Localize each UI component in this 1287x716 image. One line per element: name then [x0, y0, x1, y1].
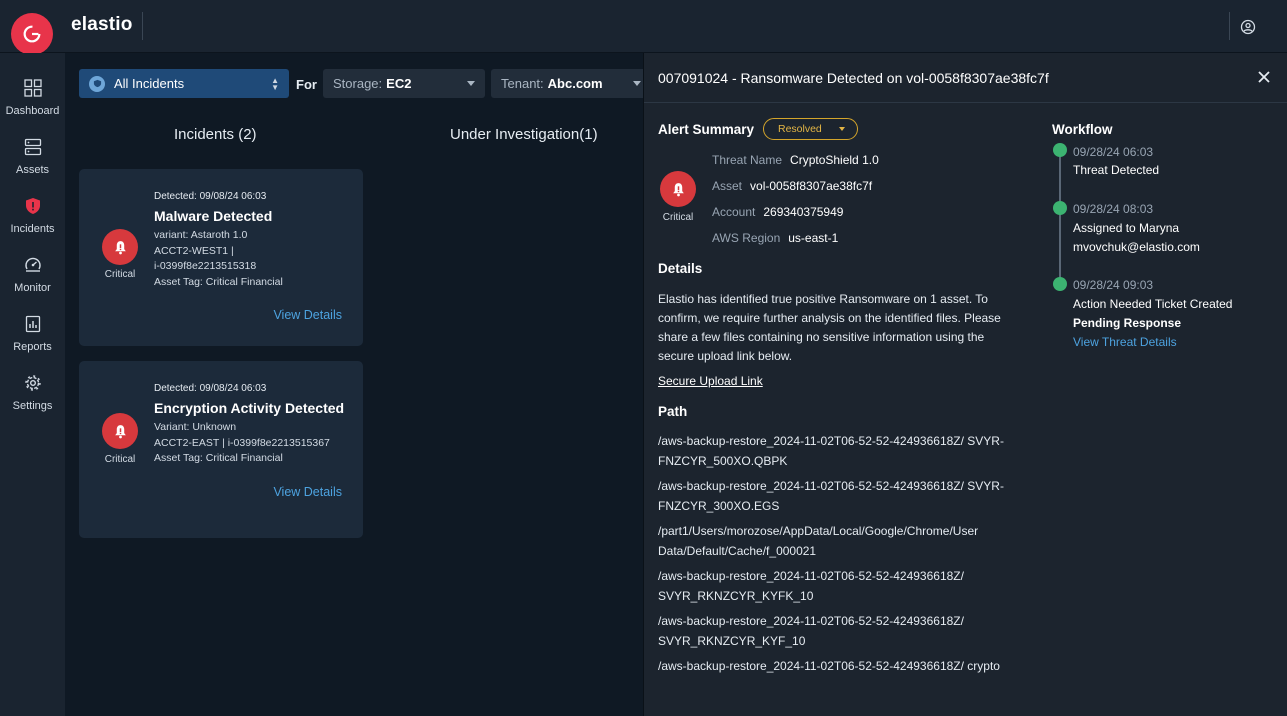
- server-icon: [24, 138, 41, 156]
- path-item: /aws-backup-restore_2024-11-02T06-52-52-…: [658, 569, 964, 603]
- storage-label: Storage:: [333, 76, 383, 91]
- field-aws-region: AWS Region us-east-1: [712, 231, 839, 245]
- alert-summary-heading: Alert Summary: [658, 122, 755, 137]
- incident-card[interactable]: Critical Detected: 09/08/24 06:03 Encryp…: [79, 361, 363, 538]
- incidents-column-title: Incidents (2): [174, 126, 257, 143]
- workflow-heading: Workflow: [1052, 122, 1113, 137]
- view-details-link[interactable]: View Details: [273, 485, 342, 499]
- workflow-line: [1059, 153, 1061, 285]
- path-item: /aws-backup-restore_2024-11-02T06-52-52-…: [658, 479, 1004, 513]
- incident-meta: variant: Astaroth 1.0 ACCT2-WEST1 | i-03…: [154, 229, 283, 288]
- detected-time: Detected: 09/08/24 06:03: [154, 191, 267, 202]
- path-item: /aws-backup-restore_2024-11-02T06-52-52-…: [658, 614, 964, 648]
- view-threat-details-link[interactable]: View Threat Details: [1073, 335, 1177, 349]
- path-item: /part1/Users/morozose/AppData/Local/Goog…: [658, 524, 979, 558]
- sidebar-item-monitor[interactable]: Monitor: [0, 252, 65, 308]
- gear-icon: [24, 375, 41, 391]
- divider: [142, 12, 143, 40]
- sidebar-item-label: Settings: [12, 400, 53, 412]
- workflow-status: Pending Response: [1073, 316, 1182, 330]
- incidents-board: All Incidents ▲ ▼ For Storage: EC2 Tenant…: [65, 53, 651, 716]
- incident-filter-select[interactable]: All Incidents ▲ ▼: [79, 69, 289, 98]
- incident-detail-panel: 007091024 - Ransomware Detected on vol-0…: [643, 53, 1287, 716]
- elastio-logo-icon[interactable]: [11, 13, 53, 55]
- field-threat-name: Threat Name CryptoShield 1.0: [712, 153, 879, 167]
- field-account: Account 269340375949: [712, 205, 844, 219]
- path-item: /aws-backup-restore_2024-11-02T06-52-52-…: [658, 659, 1000, 673]
- sidebar-item-label: Dashboard: [5, 105, 60, 117]
- chevron-down-icon: [467, 81, 475, 86]
- storage-select[interactable]: Storage: EC2: [323, 69, 485, 98]
- critical-alert-icon: [102, 229, 138, 265]
- storage-value: EC2: [386, 76, 412, 91]
- sort-arrows-icon: ▲ ▼: [271, 76, 279, 92]
- sidebar: Dashboard Assets Incidents Monitor Repor…: [0, 53, 65, 716]
- workflow-text: Assigned to Maryna mvovchuk@elastio.com: [1073, 221, 1200, 254]
- sidebar-item-incidents[interactable]: Incidents: [0, 193, 65, 249]
- workflow-time: 09/28/24 06:03: [1073, 145, 1154, 159]
- tenant-value: Abc.com: [547, 76, 603, 91]
- panel-title: 007091024 - Ransomware Detected on vol-0…: [658, 70, 1049, 86]
- path-heading: Path: [658, 404, 688, 419]
- severity-label: Critical: [104, 269, 136, 280]
- tenant-select[interactable]: Tenant: Abc.com: [491, 69, 651, 98]
- details-heading: Details: [658, 261, 703, 276]
- top-bar: elastio: [0, 0, 1287, 55]
- workflow-time: 09/28/24 09:03: [1073, 278, 1154, 292]
- user-account-icon[interactable]: [1240, 19, 1256, 35]
- sidebar-item-dashboard[interactable]: Dashboard: [0, 75, 65, 131]
- incident-title: Encryption Activity Detected: [154, 400, 345, 416]
- incidents-filter-icon: [89, 75, 105, 92]
- incident-filter-value: All Incidents: [114, 76, 185, 91]
- workflow-time: 09/28/24 08:03: [1073, 202, 1154, 216]
- shield-alert-icon: [25, 198, 40, 214]
- status-value: Resolved: [778, 123, 822, 135]
- panel-header: 007091024 - Ransomware Detected on vol-0…: [644, 53, 1287, 103]
- workflow-text: Action Needed Ticket Created: [1073, 297, 1233, 311]
- sidebar-item-assets[interactable]: Assets: [0, 134, 65, 190]
- details-text: Elastio has identified true positive Ran…: [658, 292, 1001, 363]
- close-icon[interactable]: [1256, 69, 1272, 85]
- path-item: /aws-backup-restore_2024-11-02T06-52-52-…: [658, 434, 1004, 468]
- severity-label: Critical: [662, 212, 694, 223]
- chevron-down-icon: [633, 81, 641, 86]
- tenant-label: Tenant:: [501, 76, 544, 91]
- brand-name: elastio: [71, 14, 133, 35]
- for-label: For: [296, 77, 317, 92]
- sidebar-item-settings[interactable]: Settings: [0, 370, 65, 426]
- chevron-down-icon: [839, 127, 845, 131]
- critical-alert-icon: [660, 171, 696, 207]
- divider: [1229, 12, 1230, 40]
- sidebar-item-label: Reports: [13, 341, 52, 353]
- investigation-column-title: Under Investigation(1): [450, 126, 598, 143]
- monitor-icon: [24, 257, 41, 272]
- sidebar-item-label: Incidents: [10, 223, 55, 235]
- incident-meta: Variant: Unknown ACCT2-EAST | i-0399f8e2…: [154, 421, 330, 464]
- sidebar-item-reports[interactable]: Reports: [0, 311, 65, 367]
- workflow-step-dot: [1053, 143, 1067, 157]
- view-details-link[interactable]: View Details: [273, 308, 342, 322]
- secure-upload-link[interactable]: Secure Upload Link: [658, 374, 763, 388]
- dashboard-icon: [23, 79, 42, 97]
- severity-label: Critical: [104, 454, 136, 465]
- workflow-step-dot: [1053, 201, 1067, 215]
- detected-time: Detected: 09/08/24 06:03: [154, 383, 267, 394]
- report-icon: [25, 315, 40, 333]
- status-dropdown[interactable]: Resolved: [763, 118, 858, 140]
- sidebar-item-label: Assets: [15, 164, 49, 176]
- workflow-text: Threat Detected: [1073, 163, 1160, 177]
- incident-title: Malware Detected: [154, 208, 273, 224]
- workflow-step-dot: [1053, 277, 1067, 291]
- sidebar-item-label: Monitor: [14, 282, 51, 294]
- critical-alert-icon: [102, 413, 138, 449]
- incident-card[interactable]: Critical Detected: 09/08/24 06:03 Malwar…: [79, 169, 363, 346]
- field-asset: Asset vol-0058f8307ae38fc7f: [712, 179, 873, 193]
